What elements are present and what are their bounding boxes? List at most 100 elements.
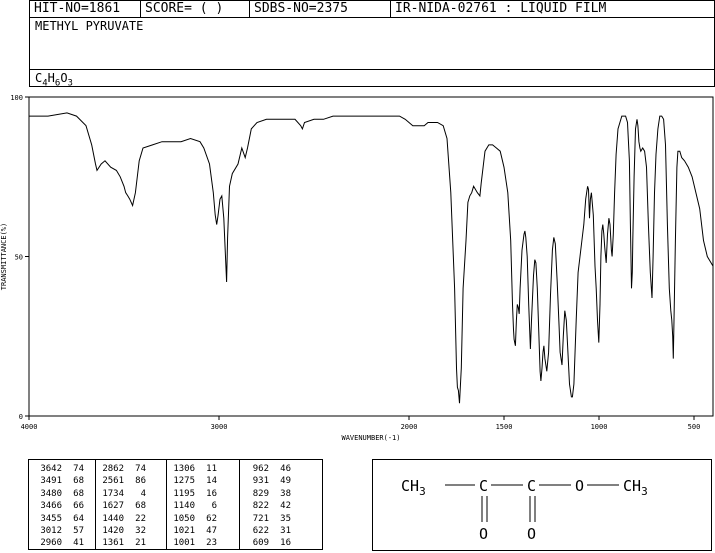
peak-wavenumber: 1440 (102, 513, 124, 524)
ester-carbon: C (527, 477, 536, 495)
peak-wavenumber: 1627 (102, 501, 124, 512)
peak-transmittance: 14 (206, 476, 217, 487)
peak-row: 3491 68 (32, 475, 84, 487)
peak-transmittance: 21 (135, 538, 146, 549)
peak-row: 1734 4 (94, 488, 146, 500)
peak-transmittance: 22 (135, 513, 146, 524)
x-tick-label: 4000 (21, 423, 38, 431)
carbonyl-carbon: C (479, 477, 488, 495)
peak-wavenumber: 829 (252, 488, 269, 499)
structure-box: CH3 C C O CH3 O O (372, 459, 712, 551)
peak-row: 3455 64 (32, 513, 84, 525)
peak-transmittance: 31 (280, 526, 291, 537)
ir-code: IR-NIDA-02761 : LIQUID FILM (395, 1, 607, 16)
peak-row: 622 31 (239, 525, 291, 537)
peak-wavenumber: 1734 (102, 488, 124, 499)
ester-oxygen: O (575, 477, 584, 495)
x-tick-label: 1500 (496, 423, 513, 431)
spectrum-line (29, 112, 714, 404)
peak-column: 3642 74 3491 68 3480 68 3466 66 3455 64 3012 57 2960… (32, 463, 84, 550)
peak-wavenumber: 622 (252, 526, 269, 537)
peak-column: 962 46 931 49 829 38 822 42 721 35 622 31 609 16 (239, 463, 291, 550)
peak-table: 3642 74 3491 68 3480 68 3466 66 3455 64 3012 57 2960… (28, 459, 323, 550)
peak-transmittance: 16 (280, 538, 291, 549)
peak-transmittance: 62 (206, 513, 217, 524)
peak-wavenumber: 931 (252, 476, 269, 487)
peak-row: 1440 22 (94, 513, 146, 525)
structure-subscript: 3 (419, 485, 426, 498)
peak-row: 829 38 (239, 488, 291, 500)
formula-element: O (60, 71, 68, 85)
peak-transmittance: 16 (206, 488, 217, 499)
structure-atom: CH (623, 477, 641, 495)
peak-row: 1195 16 (165, 488, 217, 500)
peak-transmittance: 47 (206, 526, 217, 537)
peak-wavenumber: 609 (252, 538, 269, 549)
peak-wavenumber: 1361 (102, 538, 124, 549)
peak-column-divider (95, 460, 96, 549)
peak-wavenumber: 2862 (102, 464, 124, 474)
peak-transmittance: 66 (73, 501, 84, 512)
peak-row: 3642 74 (32, 463, 84, 475)
x-tick-label: 3000 (211, 423, 228, 431)
peak-row: 931 49 (239, 475, 291, 487)
methyl-group-right: CH3 (623, 477, 648, 498)
peak-wavenumber: 1021 (173, 526, 195, 537)
peak-column-divider (166, 460, 167, 549)
x-axis-label: WAVENUMBER(-1) (341, 434, 400, 442)
peak-row: 721 35 (239, 513, 291, 525)
peak-wavenumber: 3012 (40, 526, 62, 537)
compound-name: METHYL PYRUVATE (35, 19, 144, 33)
peak-transmittance: 32 (135, 526, 146, 537)
structure-atom: CH (401, 477, 419, 495)
molecular-formula: C4H6O3 (35, 71, 73, 88)
peak-row: 1140 6 (165, 500, 217, 512)
peak-wavenumber: 1275 (173, 476, 195, 487)
formula-element: H (47, 71, 55, 85)
peak-row: 1050 62 (165, 513, 217, 525)
peak-transmittance: 86 (135, 476, 146, 487)
carbonyl-oxygen: O (479, 525, 488, 543)
y-tick-label: 0 (19, 413, 23, 421)
peak-wavenumber: 1195 (173, 488, 195, 499)
peak-wavenumber: 1306 (173, 464, 195, 474)
peak-row: 2862 74 (94, 463, 146, 475)
peak-transmittance: 23 (206, 538, 217, 549)
y-tick-label: 100 (10, 94, 23, 102)
plot-frame (28, 96, 714, 417)
peak-row: 1627 68 (94, 500, 146, 512)
y-tick-label: 50 (15, 254, 23, 262)
x-tick-label: 2000 (401, 423, 418, 431)
peak-wavenumber: 3642 (40, 464, 62, 474)
peak-row: 2561 86 (94, 475, 146, 487)
y-axis-label: TRANSMITTANCE(%) (0, 223, 8, 290)
peak-row: 962 46 (239, 463, 291, 475)
peak-transmittance: 68 (73, 476, 84, 487)
peak-wavenumber: 3491 (40, 476, 62, 487)
peak-row: 1021 47 (165, 525, 217, 537)
peak-row: 609 16 (239, 537, 291, 549)
structure-diagram: CH3 C C O CH3 O O (401, 477, 648, 543)
peak-wavenumber: 1050 (173, 513, 195, 524)
peak-transmittance: 46 (280, 464, 291, 474)
x-tick-label: 1000 (591, 423, 608, 431)
peak-transmittance: 57 (73, 526, 84, 537)
peak-transmittance: 74 (73, 464, 84, 474)
peak-transmittance: 6 (211, 501, 217, 512)
methyl-group-left: CH3 (401, 477, 426, 498)
peak-wavenumber: 962 (252, 464, 269, 474)
peak-transmittance: 49 (280, 476, 291, 487)
peak-transmittance: 74 (135, 464, 146, 474)
formula-subscript: 3 (67, 78, 73, 89)
score: SCORE= ( ) (145, 1, 224, 16)
peak-transmittance: 64 (73, 513, 84, 524)
peak-row: 822 42 (239, 500, 291, 512)
peak-transmittance: 41 (73, 538, 84, 549)
peak-wavenumber: 1420 (102, 526, 124, 537)
peak-transmittance: 11 (206, 464, 217, 474)
peak-transmittance: 4 (140, 488, 146, 499)
peak-wavenumber: 2561 (102, 476, 124, 487)
peak-wavenumber: 1140 (173, 501, 195, 512)
sdbs-number: SDBS-NO=2375 (254, 1, 348, 16)
peak-row: 1361 21 (94, 537, 146, 549)
